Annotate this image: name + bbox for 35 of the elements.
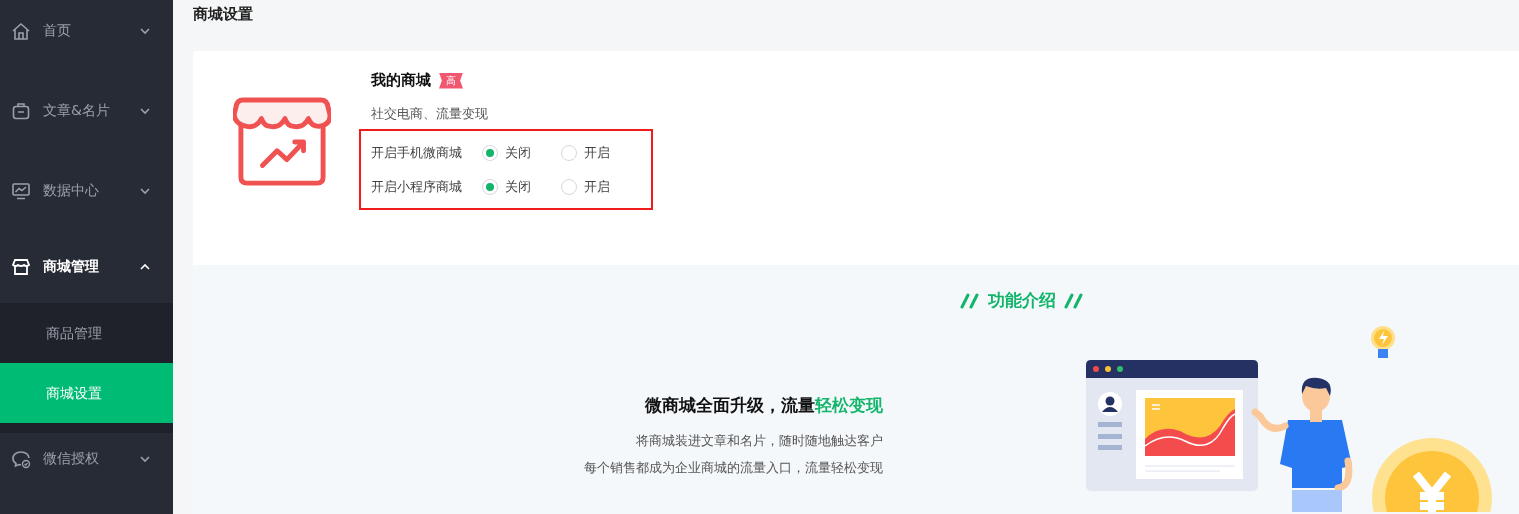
tier-badge: 高 (439, 72, 463, 89)
radio-button[interactable] (561, 179, 578, 195)
nav-item[interactable]: 商城管理 (0, 231, 173, 303)
chevron-icon (139, 25, 151, 37)
radio-option[interactable]: 开启 (561, 178, 641, 196)
radio-button[interactable] (481, 179, 498, 195)
feature-headline: 微商城全面升级，流量轻松变现 (644, 394, 883, 417)
store-icon (11, 257, 31, 277)
page-title: 商城设置 (193, 5, 254, 25)
radio-button[interactable] (481, 145, 498, 161)
chevron-icon (139, 105, 151, 117)
store-icon (233, 97, 331, 187)
slash-icon (960, 292, 980, 309)
shop-title: 我的商城 (371, 71, 431, 90)
monitor-icon (11, 181, 31, 201)
home-icon (11, 21, 31, 41)
radio-option[interactable]: 关闭 (481, 178, 562, 196)
chevron-icon (139, 453, 151, 465)
chevron-icon (139, 185, 151, 197)
setting-label: 开启手机微商城 (371, 144, 463, 162)
radio-option[interactable]: 关闭 (481, 144, 562, 162)
shop-subtitle: 社交电商、流量变现 (371, 106, 489, 123)
radio-option[interactable]: 开启 (561, 144, 641, 162)
slash-icon (1064, 292, 1084, 309)
nav-item[interactable]: 数据中心 (0, 151, 173, 231)
section-heading: 功能介绍 (988, 289, 1056, 312)
nav-item[interactable]: 文章&名片 (0, 71, 173, 151)
briefcase-icon (11, 101, 31, 121)
chat-icon (11, 449, 31, 469)
radio-button[interactable] (561, 145, 578, 161)
submenu-item[interactable]: 商品管理 (0, 303, 173, 363)
feature-description: 每个销售都成为企业商城的流量入口，流量轻松变现 (583, 459, 883, 477)
feature-description: 将商城装进文章和名片，随时随地触达客户 (635, 432, 883, 450)
nav-item[interactable]: 首页 (0, 0, 173, 71)
setting-label: 开启小程序商城 (371, 178, 463, 196)
